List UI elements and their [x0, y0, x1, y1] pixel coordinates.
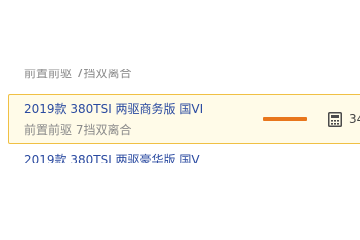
list-item-next[interactable]: 2019款 380TSI 两驱豪华版 国V — [24, 152, 344, 163]
calculator-icon[interactable] — [328, 112, 342, 127]
list-item-subtitle: 前置前驱 7挡双离合 — [24, 69, 132, 80]
price-text: 34 — [349, 112, 360, 126]
car-model-list: 前置前驱 7挡双离合 2019款 380TSI 两驱商务版 国VI 前置前驱 7… — [0, 0, 360, 240]
list-item-title: 2019款 380TSI 两驱豪华版 国V — [24, 153, 200, 163]
list-item-previous[interactable]: 前置前驱 7挡双离合 — [24, 69, 344, 81]
list-item-title: 2019款 380TSI 两驱商务版 国VI — [24, 102, 204, 116]
list-item-selected[interactable]: 2019款 380TSI 两驱商务版 国VI 前置前驱 7挡双离合 34 — [8, 94, 360, 144]
price-indicator-bar — [263, 117, 307, 121]
list-item-subtitle: 前置前驱 7挡双离合 — [24, 123, 132, 137]
